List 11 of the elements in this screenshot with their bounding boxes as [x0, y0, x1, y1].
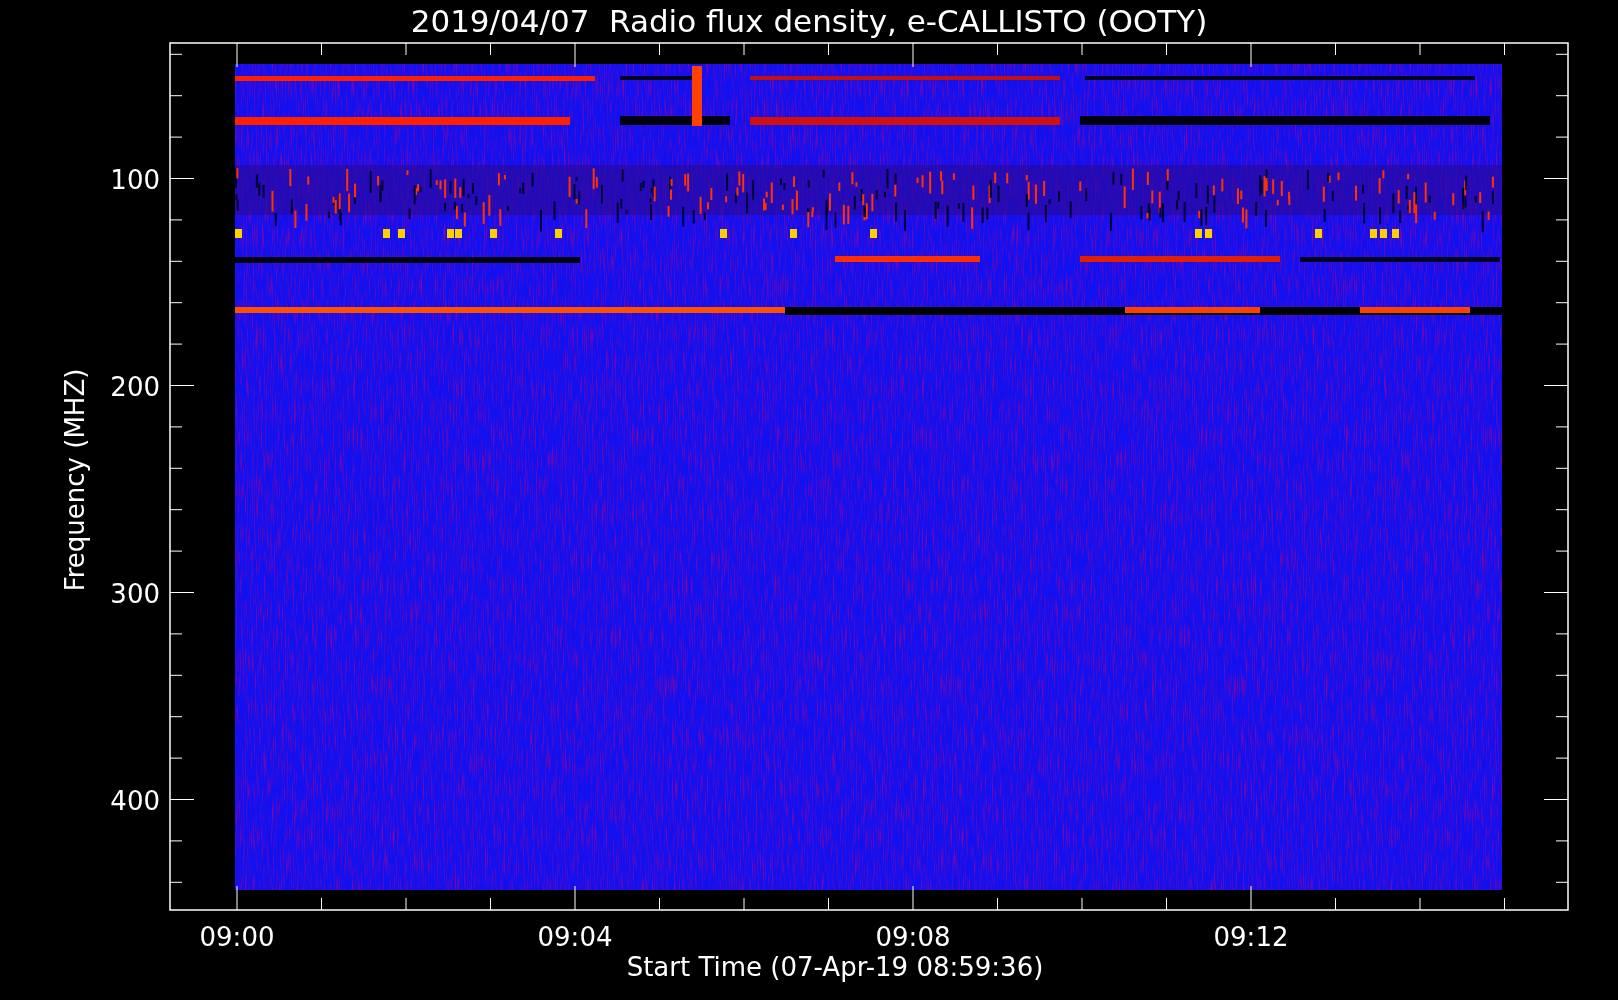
x-axis-label: Start Time (07-Apr-19 08:59:36)	[626, 952, 1044, 982]
plot-title: 2019/04/07 Radio flux density, e-CALLISTO (OOTY)	[410, 3, 1208, 39]
y-axis-label: Frequency (MHZ)	[60, 368, 90, 592]
x-tick-label: 09:12	[1213, 922, 1289, 952]
x-tick-label: 09:00	[199, 922, 275, 952]
y-tick-label: 300	[110, 578, 160, 609]
x-tick-label: 09:08	[875, 922, 951, 952]
y-tick-label: 400	[110, 785, 160, 816]
y-tick-label: 100	[110, 164, 160, 195]
y-tick-label: 200	[110, 371, 160, 402]
x-tick-label: 09:04	[537, 922, 613, 952]
